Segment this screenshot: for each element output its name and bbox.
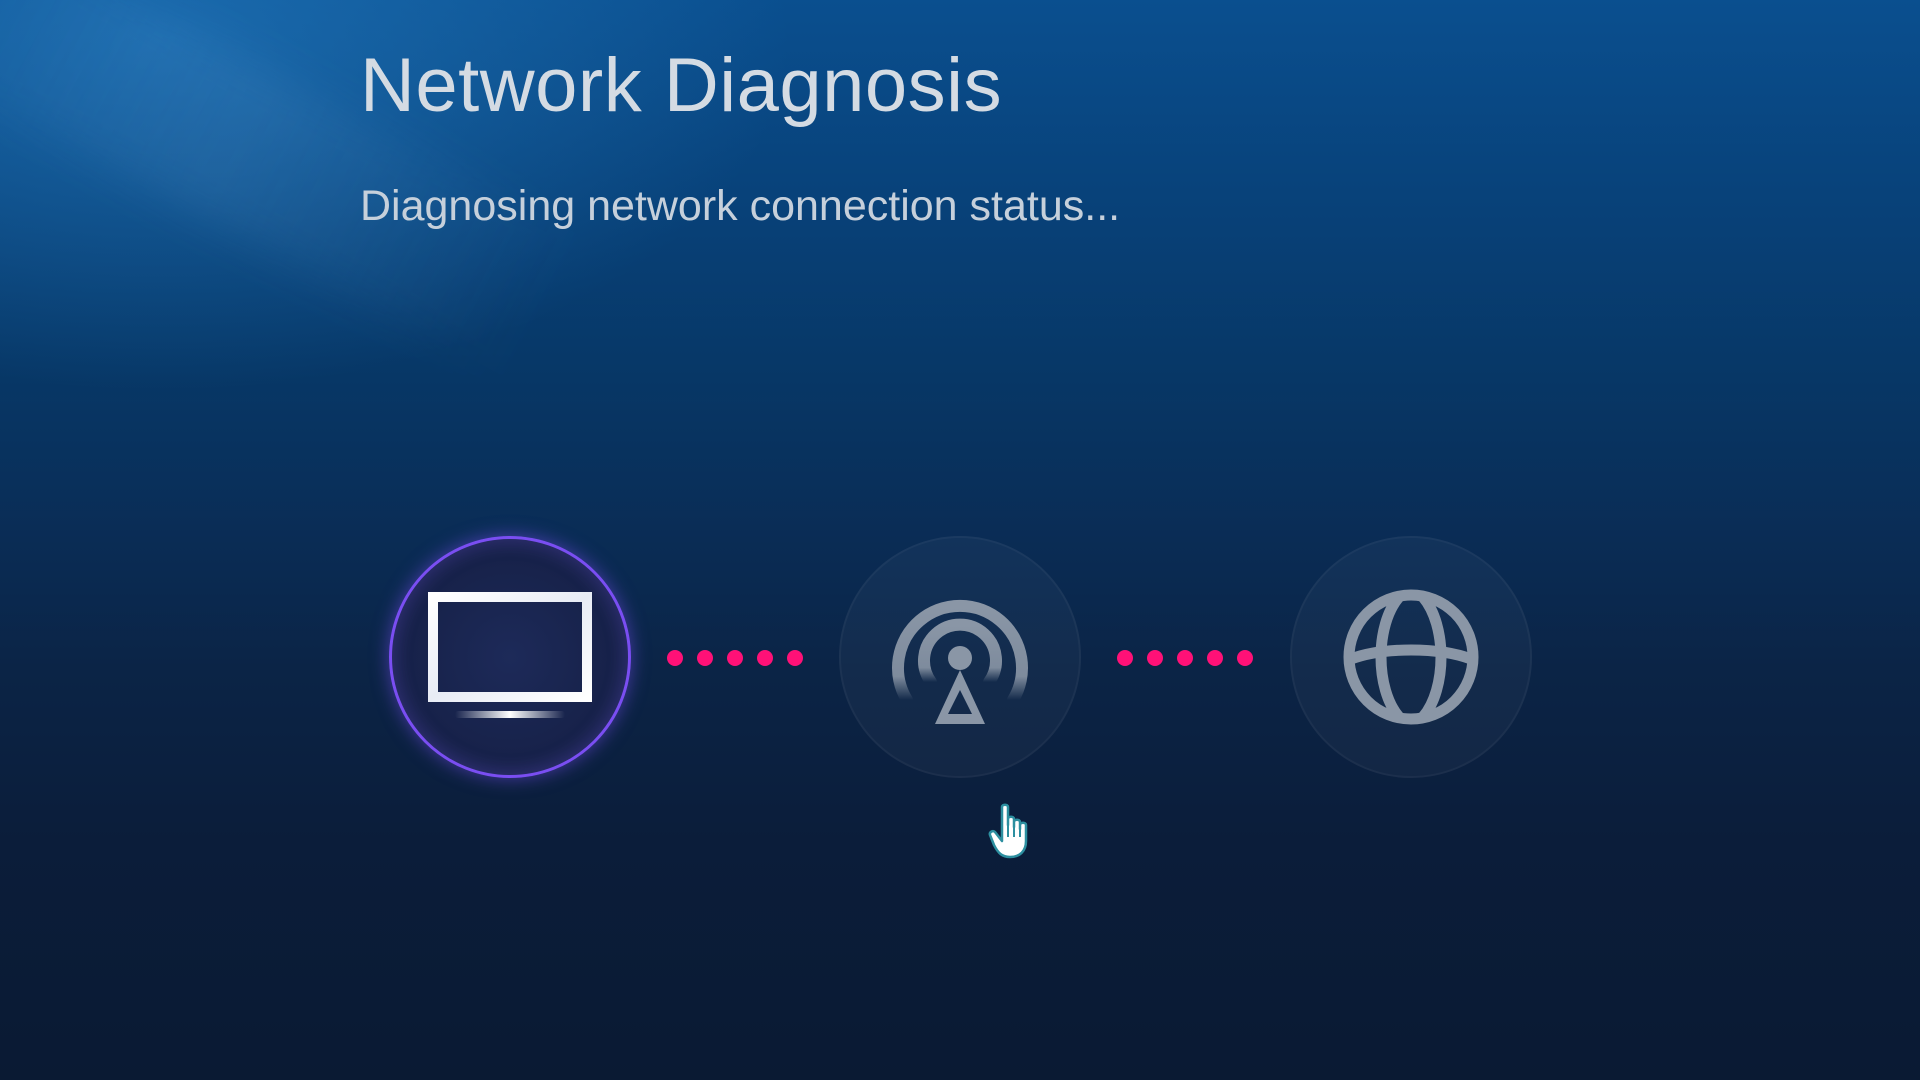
connector-dot bbox=[697, 650, 713, 666]
connector-dot bbox=[1207, 650, 1223, 666]
diagnosis-step-internet[interactable] bbox=[1290, 536, 1532, 778]
wireless-router-icon bbox=[892, 599, 1028, 724]
globe-icon bbox=[1343, 589, 1479, 725]
hand-pointer-icon bbox=[988, 803, 1028, 859]
connector-dot bbox=[757, 650, 773, 666]
connector-dot bbox=[1237, 650, 1253, 666]
tv-icon bbox=[428, 592, 592, 718]
connector-dot bbox=[667, 650, 683, 666]
diagnosis-step-router[interactable] bbox=[839, 536, 1081, 778]
connector-dot bbox=[1117, 650, 1133, 666]
connector-dot bbox=[727, 650, 743, 666]
diagnosis-step-tv[interactable] bbox=[389, 536, 631, 778]
connector-dot bbox=[787, 650, 803, 666]
connector-dot bbox=[1147, 650, 1163, 666]
connector-tv-router bbox=[667, 650, 803, 668]
connector-dot bbox=[1177, 650, 1193, 666]
page-title: Network Diagnosis bbox=[360, 43, 1003, 128]
connector-router-internet bbox=[1117, 650, 1253, 668]
status-message: Diagnosing network connection status... bbox=[360, 182, 1121, 230]
